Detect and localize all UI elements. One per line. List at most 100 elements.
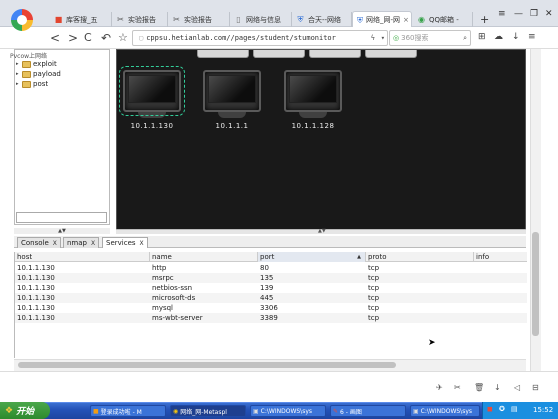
toolbar-slot[interactable] <box>253 50 305 58</box>
column-header-label: port <box>260 253 275 261</box>
taskbar-item[interactable]: ✎ 6 - 画图 <box>330 405 406 417</box>
dropdown-icon[interactable]: ▾ <box>381 34 385 42</box>
close-tab-icon[interactable]: × <box>403 16 409 24</box>
back-button[interactable]: < <box>50 31 60 45</box>
browser-tab-bar: ■ 库客搜_五 ✂ 实验报告 ✂ 实验报告 ▯ 网络与信息 ⛨ 合天--网络 ⛨… <box>0 0 558 28</box>
host-ip-label: 10.1.1.1 <box>215 122 249 130</box>
favorite-button[interactable]: ☆ <box>118 31 128 45</box>
taskbar-item[interactable]: ■ 登录成功啦 - M <box>90 405 166 417</box>
mouse-pointer-icon: ➤ <box>428 338 436 348</box>
browser-tab[interactable]: ▯ 网络与信息 <box>230 12 292 27</box>
close-tab-button[interactable]: X <box>140 240 144 247</box>
table-row[interactable]: 10.1.1.130 microsoft-ds 445 tcp <box>15 293 527 303</box>
column-header-port[interactable]: port ▲ <box>258 252 366 262</box>
target-host[interactable]: 10.1.1.1 <box>201 70 263 130</box>
column-header-host[interactable]: host <box>15 252 150 262</box>
browser-tab[interactable]: ✂ 实验报告 <box>168 12 230 27</box>
url-text: cppsu.hetianlab.com//pages/student/stumo… <box>146 34 336 42</box>
expand-icon[interactable]: ▸ <box>16 71 20 77</box>
trash-icon[interactable]: 🗑 <box>474 383 484 392</box>
monitor-icon <box>203 70 261 112</box>
cloud-icon[interactable]: ☁ <box>494 32 503 42</box>
reload-button[interactable]: C <box>84 31 92 45</box>
table-row[interactable]: 10.1.1.130 ms-wbt-server 3389 tcp <box>15 313 527 323</box>
antivirus-icon[interactable]: ◼ <box>487 405 493 413</box>
sort-ascending-icon: ▲ <box>357 254 361 260</box>
taskbar-item[interactable]: ▣ C:\WINDOWS\sys <box>250 405 326 417</box>
close-tab-button[interactable]: X <box>91 240 95 247</box>
expand-icon[interactable]: ▸ <box>16 61 20 67</box>
task-label: C:\WINDOWS\sys <box>420 407 473 415</box>
target-host[interactable]: 10.1.1.130 <box>119 66 185 130</box>
minimize-icon[interactable]: — <box>514 9 523 19</box>
table-row[interactable]: 10.1.1.130 mysql 3306 tcp <box>15 303 527 313</box>
cell-port: 3306 <box>260 304 278 312</box>
splitter-handle[interactable]: ▲▼ <box>14 228 110 234</box>
folder-icon <box>22 70 31 78</box>
cell-host: 10.1.1.130 <box>17 314 55 322</box>
tree-item-payload[interactable]: ▸ payload <box>16 70 61 78</box>
table-row[interactable]: 10.1.1.130 http 80 tcp <box>15 263 527 273</box>
toolbar-slot[interactable] <box>197 50 249 58</box>
download-icon[interactable]: ↓ <box>494 383 501 392</box>
table-row[interactable]: 10.1.1.130 netbios-ssn 139 tcp <box>15 283 527 293</box>
search-icon[interactable]: ⌕ <box>463 34 467 43</box>
maximize-icon[interactable]: ❐ <box>530 9 538 19</box>
table-header: host name port ▲ proto info <box>15 252 527 262</box>
tab-nmap[interactable]: nmap X <box>63 237 100 248</box>
system-tray: ◼ ✪ ▤ 15:52 <box>482 402 558 419</box>
speaker-icon[interactable]: ◁ <box>514 383 520 392</box>
menu-icon[interactable]: ≡ <box>528 32 536 42</box>
tab-console[interactable]: Console X <box>17 237 61 248</box>
page-icon: ▢ <box>139 34 144 42</box>
tree-label: post <box>33 80 49 88</box>
screenshot-icon[interactable]: ✂ <box>454 383 461 392</box>
cell-host: 10.1.1.130 <box>17 284 55 292</box>
tree-item-post[interactable]: ▸ post <box>16 80 48 88</box>
lightning-icon[interactable]: ϟ <box>371 34 375 42</box>
cell-port: 445 <box>260 294 274 302</box>
column-header-name[interactable]: name <box>150 252 258 262</box>
cell-proto: tcp <box>368 304 380 312</box>
browser-tab[interactable]: ◉ QQ邮箱 - <box>413 12 473 27</box>
history-button[interactable]: ↶ <box>101 31 111 45</box>
download-icon[interactable]: ↓ <box>512 32 520 42</box>
column-header-info[interactable]: info <box>474 252 527 262</box>
targets-canvas[interactable]: 10.1.1.130 10.1.1.1 10.1.1.128 <box>116 49 526 230</box>
grid-icon[interactable]: ⊞ <box>478 32 486 42</box>
pin-icon[interactable]: ✈ <box>436 383 443 392</box>
url-bar[interactable]: ▢ cppsu.hetianlab.com//pages/student/stu… <box>132 30 388 46</box>
table-row[interactable]: 10.1.1.130 msrpc 135 tcp <box>15 273 527 283</box>
browser-tab[interactable]: ✂ 实验报告 <box>112 12 168 27</box>
tree-item-exploit[interactable]: ▸ exploit <box>16 60 57 68</box>
horizontal-scroll-thumb[interactable] <box>18 362 396 368</box>
column-header-proto[interactable]: proto <box>366 252 474 262</box>
network-icon[interactable]: ▤ <box>511 405 518 413</box>
new-tab-button[interactable]: + <box>480 13 489 26</box>
zoom-icon[interactable]: ⊟ <box>532 383 539 392</box>
browser-tab-active[interactable]: ⛨ 网络_网-网 × <box>352 11 412 28</box>
menu-icon[interactable]: ≡ <box>498 9 506 19</box>
close-window-icon[interactable]: ✕ <box>545 9 553 19</box>
toolbar-slot[interactable] <box>365 50 417 58</box>
browser-tab[interactable]: ■ 库客搜_五 <box>50 12 112 27</box>
tab-services[interactable]: Services X <box>102 237 148 248</box>
target-host[interactable]: 10.1.1.128 <box>282 70 344 130</box>
ime-icon[interactable]: ✪ <box>499 405 505 413</box>
vertical-scroll-thumb[interactable] <box>532 232 539 336</box>
module-search-input[interactable] <box>16 212 107 223</box>
close-tab-button[interactable]: X <box>53 240 57 247</box>
search-box[interactable]: ◎ 360搜索 ⌕ <box>389 30 471 46</box>
toolbar-slot[interactable] <box>309 50 361 58</box>
clock: 15:52 <box>533 406 554 414</box>
browser-tab[interactable]: ⛨ 合天--网络 <box>292 12 352 27</box>
horizontal-splitter[interactable]: ▲▼ <box>116 228 526 234</box>
taskbar-item[interactable]: ▣ C:\WINDOWS\sys <box>410 405 480 417</box>
cell-port: 80 <box>260 264 269 272</box>
tab-title: QQ邮箱 - <box>429 15 459 24</box>
forward-button[interactable]: > <box>68 31 78 45</box>
taskbar-item[interactable]: ◉ 网络_网-Metaspl <box>170 405 246 417</box>
expand-icon[interactable]: ▸ <box>16 81 20 87</box>
start-button[interactable]: ❖ 开始 <box>0 402 50 419</box>
tab-title: 实验报告 <box>128 15 156 24</box>
